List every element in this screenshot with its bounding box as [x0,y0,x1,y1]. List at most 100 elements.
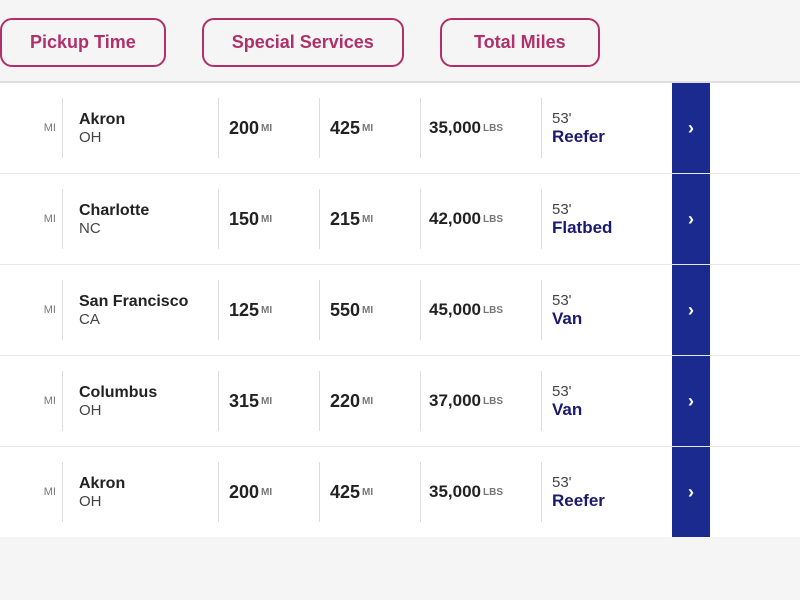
miles1-unit: MI [261,305,272,316]
weight-value: 35,000 [429,482,481,502]
tab-special-services[interactable]: Special Services [202,18,404,67]
destination-city: San Francisco [79,293,188,311]
table-row: MI Akron OH 200 MI 425 MI 35,000 LBS 53'… [0,83,800,174]
cell-weight: 42,000 LBS [421,195,541,243]
miles2-unit: MI [362,123,373,134]
tab-pickup-time[interactable]: Pickup Time [0,18,166,67]
miles2-value: 425 [330,118,360,139]
destination-city: Charlotte [79,202,149,220]
destination-state: OH [79,493,102,510]
destination-state: NC [79,220,101,237]
destination-state: OH [79,402,102,419]
miles2-unit: MI [362,487,373,498]
cell-left-miles: MI [0,472,62,512]
trailer-type: Reefer [552,491,605,511]
cell-left-miles: MI [0,108,62,148]
miles1-value: 200 [229,118,259,139]
cell-left-miles: MI [0,381,62,421]
cell-miles1: 150 MI [219,195,319,244]
row-action-button[interactable]: › [672,174,710,264]
cell-destination: San Francisco CA [63,279,218,342]
miles2-value: 215 [330,209,360,230]
trailer-type: Reefer [552,127,605,147]
row-action-button[interactable]: › [672,265,710,355]
weight-unit: LBS [483,123,503,134]
miles1-unit: MI [261,123,272,134]
row-action-button[interactable]: › [672,83,710,173]
cell-miles2: 220 MI [320,377,420,426]
weight-unit: LBS [483,487,503,498]
chevron-right-icon: › [688,300,694,321]
cell-miles2: 215 MI [320,195,420,244]
cell-trailer: 53' Reefer [542,460,672,525]
cell-weight: 45,000 LBS [421,286,541,334]
miles2-value: 220 [330,391,360,412]
weight-value: 42,000 [429,209,481,229]
chevron-right-icon: › [688,118,694,139]
destination-city: Akron [79,111,125,129]
miles1-unit: MI [261,214,272,225]
cell-miles2: 550 MI [320,286,420,335]
cell-miles1: 125 MI [219,286,319,335]
cell-destination: Akron OH [63,97,218,160]
destination-state: CA [79,311,100,328]
miles1-unit: MI [261,487,272,498]
weight-unit: LBS [483,396,503,407]
cell-left-miles: MI [0,290,62,330]
miles1-unit: MI [261,396,272,407]
miles2-unit: MI [362,396,373,407]
cell-miles1: 200 MI [219,468,319,517]
destination-city: Akron [79,475,125,493]
weight-value: 35,000 [429,118,481,138]
cell-trailer: 53' Van [542,278,672,343]
miles1-value: 125 [229,300,259,321]
tab-total-miles[interactable]: Total Miles [440,18,600,67]
cell-weight: 35,000 LBS [421,104,541,152]
cell-trailer: 53' Flatbed [542,187,672,252]
destination-city: Columbus [79,384,157,402]
cell-trailer: 53' Reefer [542,96,672,161]
left-miles-unit: MI [44,486,56,498]
header-tabs: Pickup Time Special Services Total Miles [0,0,800,83]
chevron-right-icon: › [688,391,694,412]
destination-state: OH [79,129,102,146]
cell-weight: 35,000 LBS [421,468,541,516]
table-row: MI San Francisco CA 125 MI 550 MI 45,000… [0,265,800,356]
trailer-size: 53' [552,474,572,491]
left-miles-unit: MI [44,304,56,316]
cell-destination: Charlotte NC [63,188,218,251]
row-action-button[interactable]: › [672,447,710,537]
weight-value: 45,000 [429,300,481,320]
weight-value: 37,000 [429,391,481,411]
chevron-right-icon: › [688,482,694,503]
trailer-size: 53' [552,110,572,127]
miles1-value: 150 [229,209,259,230]
miles1-value: 315 [229,391,259,412]
trailer-type: Van [552,400,582,420]
miles2-value: 425 [330,482,360,503]
miles2-unit: MI [362,214,373,225]
left-miles-unit: MI [44,213,56,225]
cell-miles2: 425 MI [320,468,420,517]
cell-trailer: 53' Van [542,369,672,434]
miles2-value: 550 [330,300,360,321]
cell-left-miles: MI [0,199,62,239]
trailer-size: 53' [552,383,572,400]
weight-unit: LBS [483,305,503,316]
trailer-size: 53' [552,201,572,218]
table-row: MI Columbus OH 315 MI 220 MI 37,000 LBS … [0,356,800,447]
row-action-button[interactable]: › [672,356,710,446]
left-miles-unit: MI [44,122,56,134]
chevron-right-icon: › [688,209,694,230]
table-row: MI Akron OH 200 MI 425 MI 35,000 LBS 53'… [0,447,800,537]
cell-destination: Akron OH [63,461,218,524]
miles1-value: 200 [229,482,259,503]
trailer-type: Flatbed [552,218,612,238]
table-container: MI Akron OH 200 MI 425 MI 35,000 LBS 53'… [0,83,800,537]
cell-destination: Columbus OH [63,370,218,433]
trailer-type: Van [552,309,582,329]
table-row: MI Charlotte NC 150 MI 215 MI 42,000 LBS… [0,174,800,265]
cell-miles1: 315 MI [219,377,319,426]
trailer-size: 53' [552,292,572,309]
cell-miles1: 200 MI [219,104,319,153]
